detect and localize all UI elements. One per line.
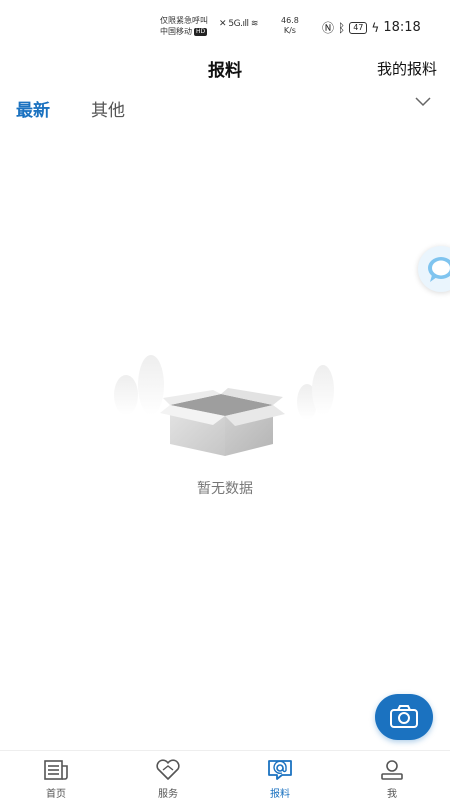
nfc-icon: Ⓝ	[322, 21, 335, 35]
news-icon	[44, 760, 68, 780]
network-speed: 46.8 K/s	[281, 16, 299, 36]
heart-icon	[156, 759, 180, 780]
camera-button[interactable]	[375, 694, 433, 740]
nav-item-home[interactable]: 首页	[0, 751, 112, 800]
report-chat-icon	[268, 760, 292, 780]
header: 报料 我的报料	[0, 46, 450, 88]
status-right: Ⓝ ᛒ 47 ϟ 18:18	[322, 19, 421, 36]
nav-item-services[interactable]: 服务	[112, 751, 224, 800]
chat-bubble-icon	[428, 257, 450, 282]
nav-label-services: 服务	[158, 789, 178, 800]
chevron-down-icon[interactable]	[414, 96, 432, 108]
category-tabs: 最新 其他	[0, 88, 450, 124]
bottom-nav: 首页 服务 报料 我	[0, 750, 450, 800]
empty-state-text: 暂无数据	[197, 481, 253, 497]
nav-item-report[interactable]: 报料	[224, 751, 336, 800]
floating-chat-button[interactable]	[418, 246, 450, 292]
hd-badge: HD	[194, 28, 208, 36]
nav-label-report: 报料	[270, 789, 290, 800]
empty-box-illustration	[114, 355, 334, 456]
status-bar: 仅限紧急呼叫 中国移动 HD ✕ 5G.ıll ≋ 46.8 K/s Ⓝ ᛒ 47…	[0, 0, 450, 46]
clock: 18:18	[383, 20, 421, 35]
tab-latest[interactable]: 最新	[16, 96, 50, 121]
nav-label-me: 我	[387, 789, 397, 800]
speed-value: 46.8	[281, 16, 299, 25]
signal-icon: ✕ 5G.ıll ≋	[219, 19, 258, 29]
my-reports-link[interactable]: 我的报料	[377, 58, 437, 79]
carrier-line2: 中国移动	[160, 27, 192, 36]
nav-item-me[interactable]: 我	[336, 751, 448, 800]
charging-icon: ϟ	[371, 20, 380, 35]
nav-label-home: 首页	[46, 789, 66, 800]
camera-icon	[390, 705, 418, 728]
carrier-info: 仅限紧急呼叫 中国移动 HD	[160, 15, 208, 37]
user-icon	[381, 760, 403, 780]
carrier-line1: 仅限紧急呼叫	[160, 16, 208, 25]
battery-indicator: 47	[349, 21, 368, 34]
speed-unit: K/s	[283, 26, 296, 35]
bluetooth-icon: ᛒ	[338, 20, 346, 35]
tab-other[interactable]: 其他	[91, 96, 125, 121]
